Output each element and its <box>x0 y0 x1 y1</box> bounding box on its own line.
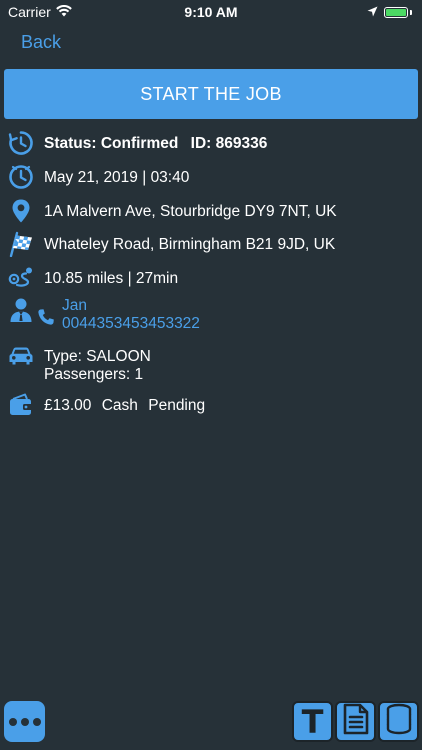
battery-tip <box>410 9 412 15</box>
clock-icon <box>8 164 34 190</box>
document-icon <box>342 703 370 740</box>
start-job-button[interactable]: START THE JOB <box>4 69 418 119</box>
coins-icon <box>383 703 415 740</box>
vehicle-info: Type: SALOON Passengers: 1 <box>44 348 151 384</box>
pickup-address: 1A Malvern Ave, Stourbridge DY9 7NT, UK <box>44 203 337 220</box>
phone-icon[interactable] <box>37 308 55 326</box>
coins-button[interactable] <box>378 701 419 742</box>
job-id: ID: 869336 <box>190 135 268 152</box>
job-status: Status: Confirmed <box>44 135 179 152</box>
ellipsis-dot <box>32 717 41 726</box>
job-price: £13.00 <box>44 397 92 414</box>
more-menu-button[interactable] <box>4 701 45 742</box>
t-label: T <box>301 702 324 741</box>
document-button[interactable] <box>335 701 376 742</box>
ellipsis-dot <box>8 717 17 726</box>
payment-status: Pending <box>148 397 206 414</box>
status-text: Status: Confirmed ID: 869336 <box>44 135 267 153</box>
location-arrow-icon <box>367 4 378 20</box>
job-datetime: May 21, 2019 | 03:40 <box>44 169 190 186</box>
ellipsis-dot <box>20 717 29 726</box>
dropoff-address: Whateley Road, Birmingham B21 9JD, UK <box>44 236 336 253</box>
payment-info: £13.00 Cash Pending <box>44 397 205 415</box>
passenger-count: Passengers: 1 <box>44 366 144 383</box>
vehicle-type: Type: SALOON <box>44 348 151 365</box>
payment-method: Cash <box>101 397 138 414</box>
battery-fill <box>386 8 406 16</box>
status-bar: Carrier 9:10 AM <box>0 0 422 22</box>
job-distance: 10.85 miles | 27min <box>44 270 179 287</box>
clock-history-icon <box>8 130 34 156</box>
customer-name[interactable]: Jan <box>62 297 200 315</box>
customer-contact: Jan 0044353453453322 <box>62 297 200 333</box>
map-pin-icon <box>8 198 34 224</box>
checkered-flag-icon <box>8 231 34 257</box>
ellipsis-icon <box>8 717 41 726</box>
back-button[interactable]: Back <box>21 32 61 53</box>
bottom-toolbar: T <box>292 701 419 742</box>
wallet-icon <box>8 392 34 418</box>
route-icon <box>8 265 34 291</box>
car-icon <box>8 343 34 369</box>
status-right <box>367 4 412 20</box>
battery-icon <box>384 6 408 18</box>
t-button[interactable]: T <box>292 701 333 742</box>
person-icon <box>8 297 34 323</box>
customer-phone[interactable]: 0044353453453322 <box>62 315 200 333</box>
status-time: 9:10 AM <box>184 4 238 20</box>
